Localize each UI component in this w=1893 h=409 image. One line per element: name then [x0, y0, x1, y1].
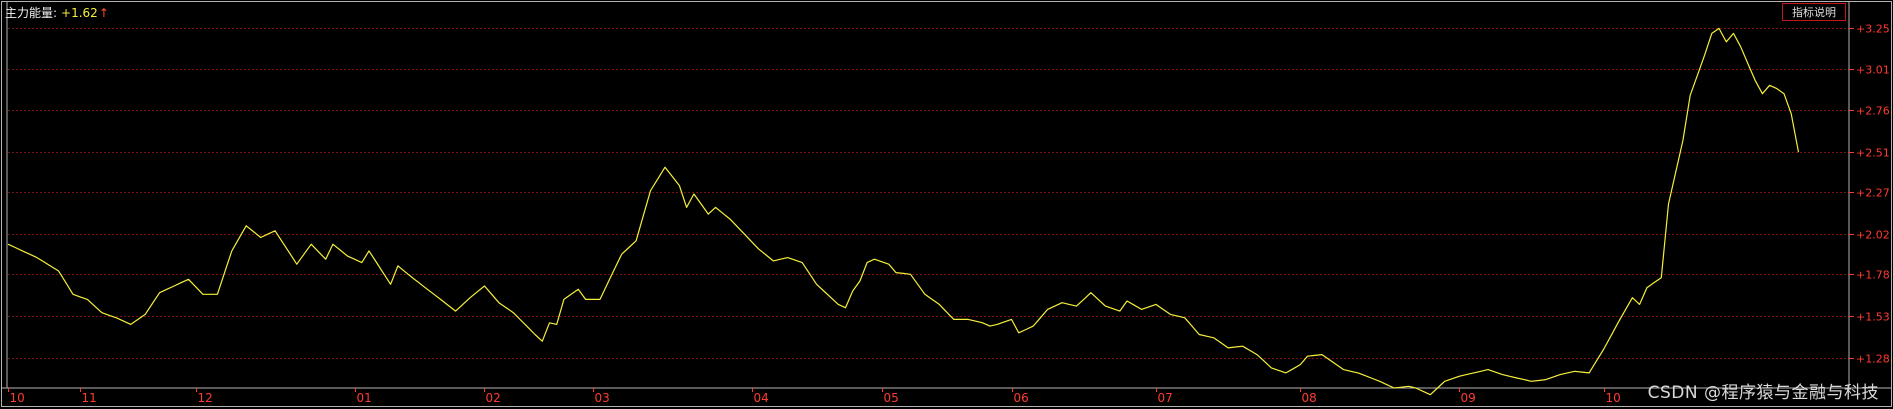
- y-tick-label: +1.53: [1856, 311, 1890, 324]
- indicator-explain-button[interactable]: 指标说明: [1782, 3, 1846, 21]
- grid-lines: [8, 28, 1849, 359]
- y-tick-label: +2.76: [1856, 105, 1890, 118]
- indicator-title: 主力能量: +1.62↑: [5, 4, 109, 21]
- y-tick-label: +2.27: [1856, 187, 1890, 200]
- x-tick-label: 07: [1158, 391, 1173, 405]
- x-tick-label: 04: [754, 391, 769, 405]
- x-tick-label: 05: [884, 391, 899, 405]
- x-tick-label: 01: [357, 391, 372, 405]
- x-tick-label: 10: [1606, 391, 1621, 405]
- indicator-chart-panel: +3.25 +3.01 +2.76 +2.51 +2.27 +2.02 +1.78 +1.53…: [0, 0, 1893, 409]
- series-line-main-energy: [7, 27, 1800, 396]
- x-tick-label: 12: [198, 391, 213, 405]
- up-arrow-icon: ↑: [98, 6, 109, 20]
- y-tick-label: +2.02: [1856, 229, 1890, 242]
- x-axis-ticks: 10 11 12 01 02 03 04 05 06 07 08 09 10: [8, 388, 1621, 405]
- x-tick-label: 03: [595, 391, 610, 405]
- y-tick-label: +1.28: [1856, 353, 1890, 366]
- indicator-value: +1.62: [61, 6, 98, 20]
- energy-line-layer: [7, 27, 1800, 396]
- x-tick-label: 02: [486, 391, 501, 405]
- y-tick-label: +3.01: [1856, 64, 1890, 77]
- x-tick-label: 06: [1014, 391, 1029, 405]
- x-tick-label: 10: [10, 391, 25, 405]
- outer-frame: [1, 1, 1892, 407]
- y-axis-ticks: +3.25 +3.01 +2.76 +2.51 +2.27 +2.02 +1.78 +1.53…: [1849, 23, 1890, 366]
- chart-frame: [1, 1, 1892, 407]
- y-tick-label: +1.78: [1856, 269, 1890, 282]
- indicator-name: 主力能量:: [5, 6, 58, 20]
- y-tick-label: +2.51: [1856, 147, 1890, 160]
- x-tick-label: 08: [1302, 391, 1317, 405]
- indicator-chart: +3.25 +3.01 +2.76 +2.51 +2.27 +2.02 +1.78 +1.53…: [1, 1, 1892, 407]
- x-tick-label: 11: [82, 391, 97, 405]
- watermark: CSDN @程序猿与金融与科技: [1647, 383, 1879, 403]
- y-tick-label: +3.25: [1856, 23, 1890, 36]
- x-tick-label: 09: [1461, 391, 1476, 405]
